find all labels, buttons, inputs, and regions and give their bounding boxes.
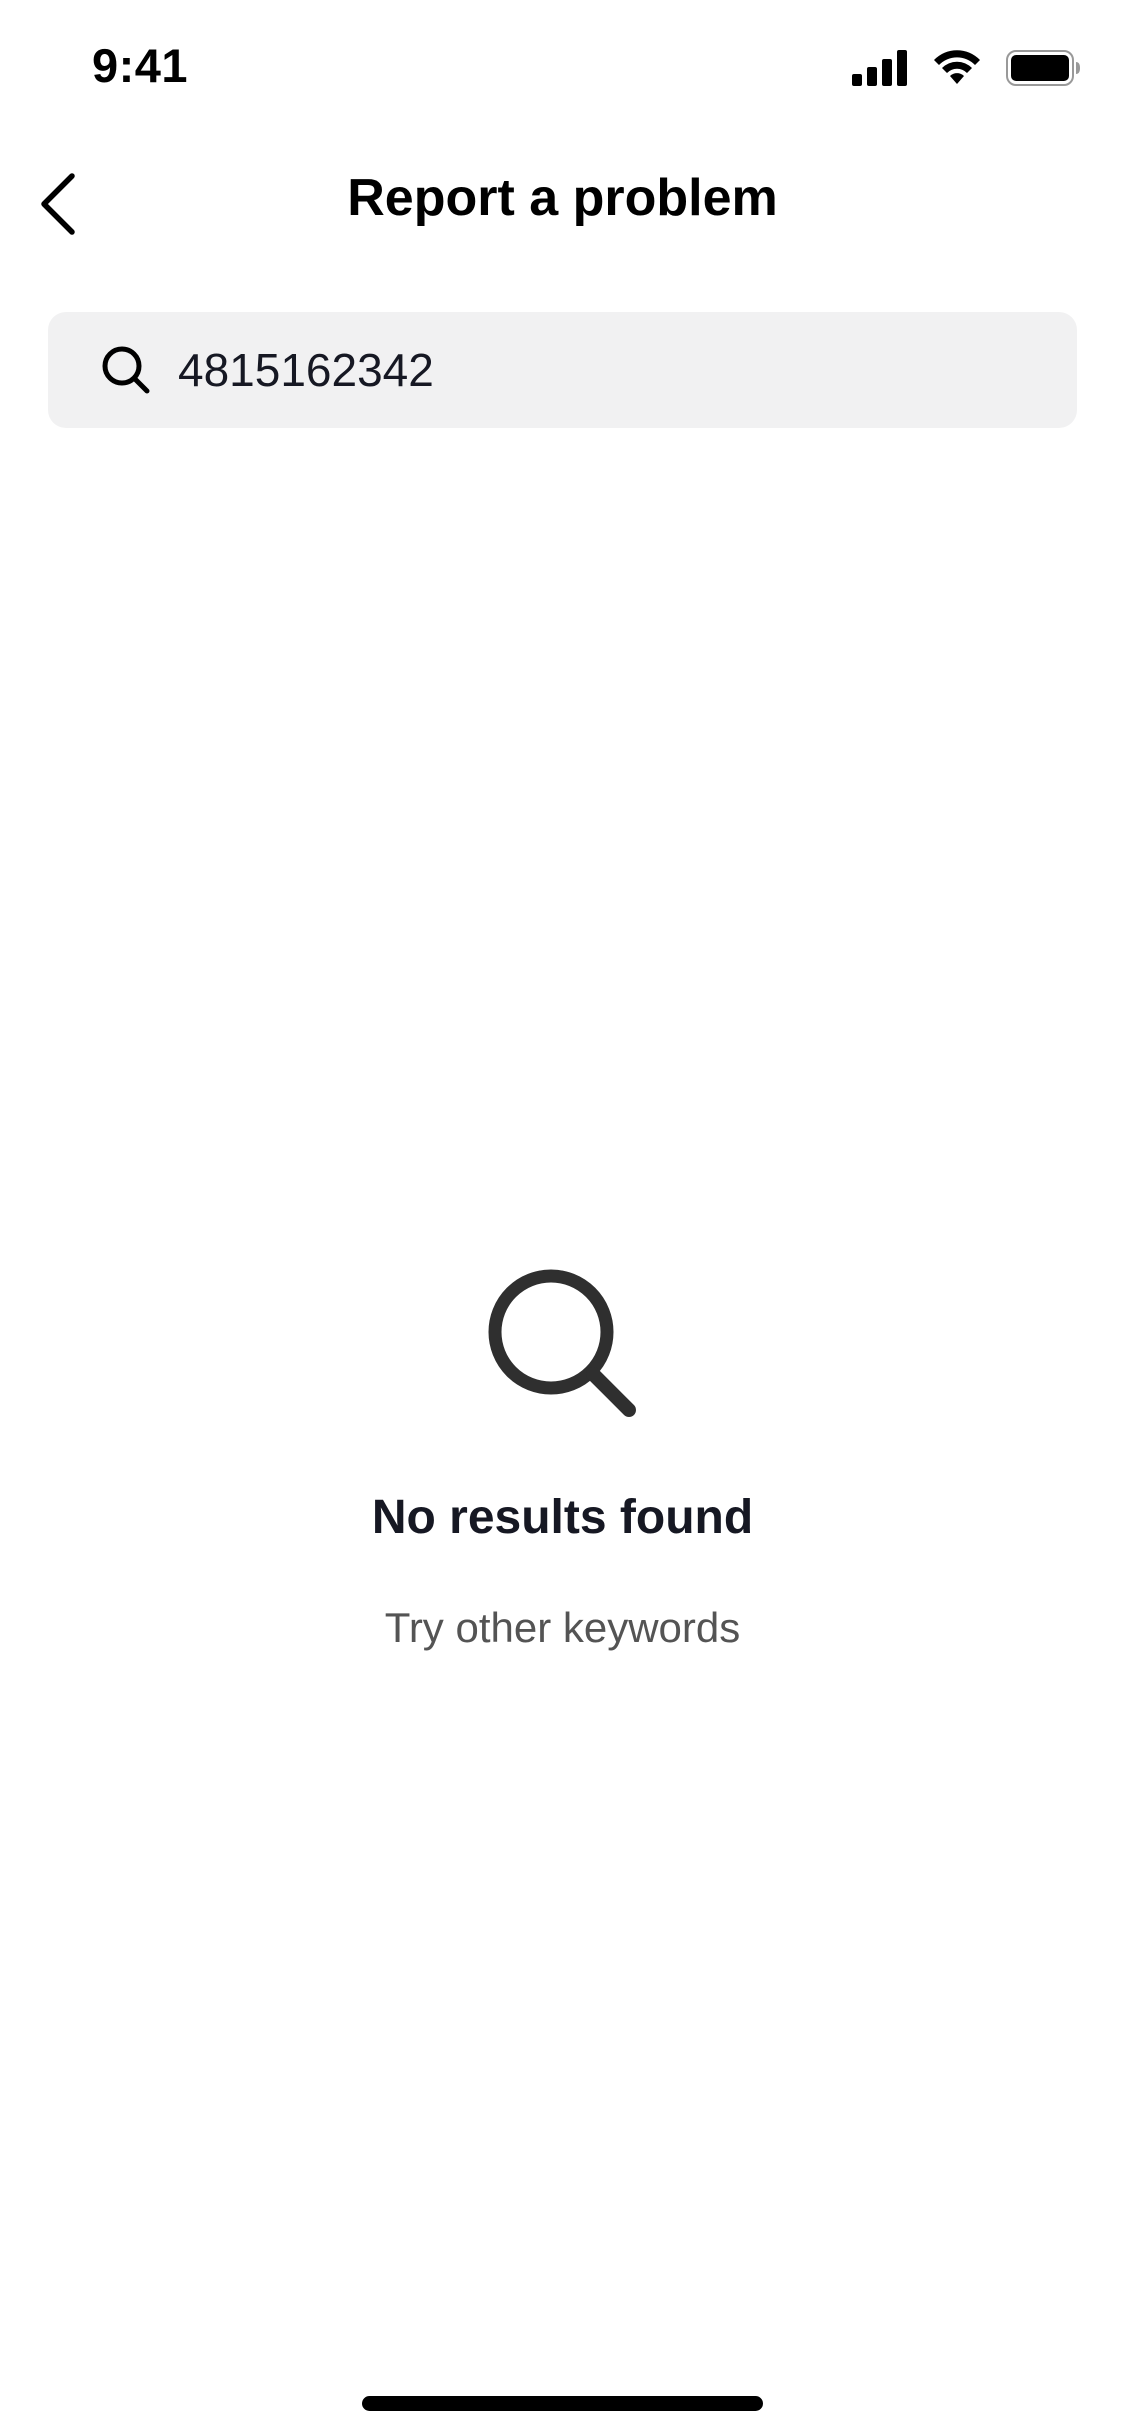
search-bar[interactable]: [48, 312, 1077, 428]
search-icon: [488, 1269, 636, 1417]
home-indicator[interactable]: [362, 2396, 763, 2411]
empty-state-subtitle: Try other keywords: [384, 1604, 741, 1651]
wifi-icon: [934, 50, 980, 84]
search-input[interactable]: [126, 312, 986, 428]
page-title: Report a problem: [347, 169, 778, 227]
status-bar: 9:41: [0, 0, 1125, 132]
cellular-signal-icon: [852, 50, 907, 86]
status-time: 9:41: [92, 39, 189, 92]
nav-bar: Report a problem: [0, 132, 1125, 272]
empty-state-title: No results found: [371, 1491, 754, 1544]
battery-icon: [1006, 50, 1080, 86]
